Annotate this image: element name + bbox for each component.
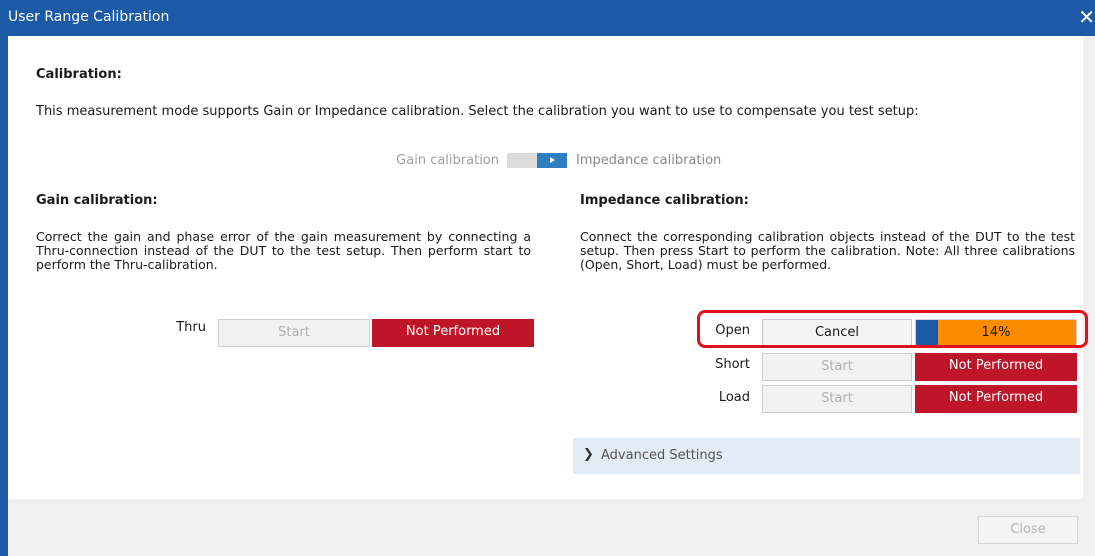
short-label: Short [715,357,750,372]
advanced-settings-expander[interactable]: ❯ Advanced Settings [573,438,1080,474]
load-status-badge: Not Performed [915,385,1077,413]
gain-heading: Gain calibration: [36,193,158,208]
close-button[interactable]: Close [978,516,1078,544]
calibration-description: This measurement mode supports Gain or I… [36,104,919,119]
thru-start-button[interactable]: Start [218,319,370,347]
title-bar: User Range Calibration ✕ [0,0,1095,36]
impedance-heading: Impedance calibration: [580,193,749,208]
load-start-button[interactable]: Start [762,385,912,413]
toggle-right-label: Impedance calibration [576,153,722,168]
short-status-badge: Not Performed [915,353,1077,381]
close-icon[interactable]: ✕ [1078,5,1095,29]
thru-status-badge: Not Performed [372,319,534,347]
window-title: User Range Calibration [8,9,170,25]
advanced-settings-label: Advanced Settings [601,448,723,463]
toggle-left-label: Gain calibration [396,153,499,168]
gain-description: Correct the gain and phase error of the … [36,229,531,272]
load-label: Load [718,390,750,405]
window-frame-left [0,36,8,556]
calibration-heading: Calibration: [36,67,122,82]
window-frame-right [1083,36,1095,556]
toggle-knob-icon [537,153,567,168]
chevron-right-icon: ❯ [583,447,594,462]
short-start-button[interactable]: Start [762,353,912,381]
impedance-description: Connect the corresponding calibration ob… [580,229,1075,272]
calibration-type-toggle[interactable] [507,153,567,168]
dialog-footer [8,499,1083,556]
thru-label: Thru [176,320,206,335]
open-row-highlight [697,310,1088,348]
